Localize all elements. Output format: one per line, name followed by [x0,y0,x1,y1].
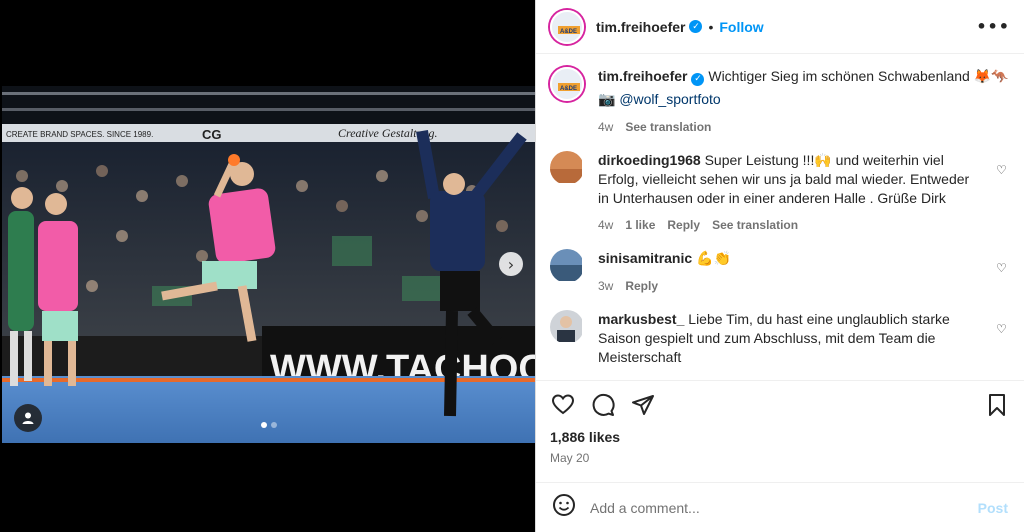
svg-text:A&DE: A&DE [560,86,577,92]
post-header: A&DE tim.freihoefer ✓ • Follow ••• [536,0,1024,54]
camera-emoji: 📷 [598,92,616,108]
author-avatar[interactable]: A&DE [550,67,584,101]
arena-sign-logo: CG [202,127,222,142]
mention-link[interactable]: @wolf_sportfoto [619,91,720,107]
caption-time[interactable]: 4w [598,118,613,137]
likes-count[interactable]: 1,886 likes [550,429,1010,445]
comment-text: 💪👏 [696,251,731,267]
post-actions: 1,886 likes May 20 [536,380,1024,465]
author-username[interactable]: tim.freihoefer [596,19,685,35]
comment-username[interactable]: sinisamitranic [598,250,692,266]
comment-input[interactable] [590,499,978,516]
post-photo[interactable]: CREATE BRAND SPACES. SINCE 1989. CG Crea… [2,86,535,443]
verified-icon: ✓ [691,73,705,86]
author-avatar[interactable]: A&DE [550,9,584,44]
post-panel: A&DE tim.freihoefer ✓ • Follow ••• A&DE … [535,0,1024,532]
verified-icon: ✓ [689,20,703,33]
heart-icon[interactable] [550,392,576,418]
comment-composer: Post [536,482,1024,532]
comment-username[interactable]: markusbest_ [598,311,684,327]
emoji-icon[interactable] [552,493,576,522]
follow-button[interactable]: Follow [719,19,763,35]
slide-dot [260,422,267,428]
comment-item: sinisamitranic 💪👏 3w Reply ♡ [550,249,1010,296]
arena-sign-left: CREATE BRAND SPACES. SINCE 1989. [6,130,153,139]
more-options-icon[interactable]: ••• [976,17,1010,36]
commenter-avatar[interactable] [550,151,584,185]
caption-username[interactable]: tim.freihoefer [598,68,687,84]
comment-icon[interactable] [590,392,616,418]
commenter-avatar[interactable] [550,249,584,283]
post-date: May 20 [550,451,590,465]
comment-time[interactable]: 3w [598,277,613,296]
share-icon[interactable] [630,392,656,418]
reply-button[interactable]: Reply [625,277,658,296]
comment-like-heart-icon[interactable]: ♡ [996,322,1010,367]
post-comment-button[interactable]: Post [978,500,1008,516]
media-area: CREATE BRAND SPACES. SINCE 1989. CG Crea… [0,0,535,532]
separator-dot: • [708,18,714,35]
slide-dot [270,422,277,428]
caption-text: Wichtiger Sieg im schönen Schwabenland 🦊… [708,68,1009,84]
see-translation-link[interactable]: See translation [625,118,711,137]
comment-time[interactable]: 4w [598,216,613,235]
comment-username[interactable]: dirkoeding1968 [598,152,701,168]
next-slide-button[interactable]: › [499,252,523,276]
reply-button[interactable]: Reply [667,216,700,235]
comments-section[interactable]: A&DE tim.freihoefer ✓ Wichtiger Sieg im s… [536,55,1024,380]
caption: A&DE tim.freihoefer ✓ Wichtiger Sieg im s… [550,67,1010,137]
comment-item: dirkoeding1968 Super Leistung !!!🙌 und w… [550,151,1010,235]
bookmark-icon[interactable] [984,392,1010,418]
see-translation-link[interactable]: See translation [712,216,798,235]
commenter-avatar[interactable] [550,310,584,344]
comment-item: markusbest_ Liebe Tim, du hast eine ungl… [550,310,1010,367]
comment-likes[interactable]: 1 like [625,216,655,235]
comment-like-heart-icon[interactable]: ♡ [996,163,1010,235]
comment-like-heart-icon[interactable]: ♡ [996,261,1010,296]
svg-text:A&DE: A&DE [560,29,577,35]
slide-indicator [2,422,535,428]
